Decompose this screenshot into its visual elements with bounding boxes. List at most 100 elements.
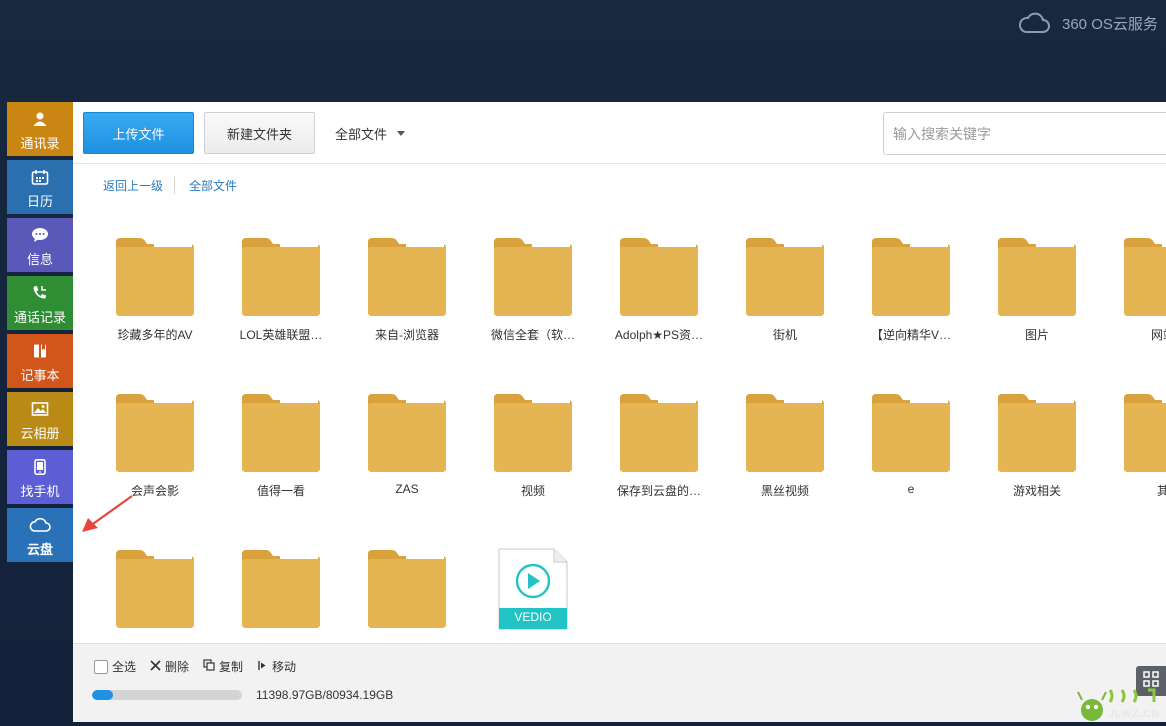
- sidebar-item-photo[interactable]: 云相册: [7, 392, 73, 446]
- folder-icon: [114, 236, 196, 318]
- sidebar-item-phone[interactable]: 通话记录: [7, 276, 73, 330]
- delete-label: 删除: [165, 660, 190, 674]
- file-name: 微信全套（软…: [490, 328, 575, 342]
- sidebar-item-find-phone[interactable]: 找手机: [7, 450, 73, 504]
- folder-item[interactable]: 图片: [981, 236, 1093, 356]
- calendar-icon: [31, 169, 49, 191]
- sidebar-item-label: 云盘: [26, 542, 53, 557]
- copy-label: 复制: [219, 660, 244, 674]
- sidebar-item-cloud-disk[interactable]: 云盘: [7, 508, 73, 562]
- file-name: 网站: [1150, 328, 1166, 342]
- folder-icon: [492, 392, 574, 474]
- folder-item[interactable]: LOL英雄联盟…: [225, 236, 337, 356]
- file-name: 其: [1156, 484, 1166, 498]
- folder-icon: [240, 548, 322, 630]
- breadcrumb: 返回上一级 全部文件: [103, 174, 237, 196]
- watermark-logo: JLWZ.CN: [1068, 680, 1166, 726]
- sidebar-item-calendar[interactable]: 日历: [7, 160, 73, 214]
- select-all-label: 全选: [112, 660, 137, 674]
- chevron-down-icon: [397, 130, 406, 136]
- move-button[interactable]: 移动: [257, 658, 296, 675]
- folder-icon: [366, 548, 448, 630]
- folder-icon: [618, 236, 700, 318]
- sidebar-item-label: 云相册: [20, 426, 60, 441]
- file-name: ZAS: [395, 482, 419, 496]
- folder-item[interactable]: 游戏相关: [981, 392, 1093, 512]
- search-input[interactable]: [883, 112, 1166, 155]
- folder-item[interactable]: 保存到云盘的…: [603, 392, 715, 512]
- sidebar-item-label: 信息: [26, 252, 53, 267]
- storage-text: 11398.97GB/80934.19GB: [256, 688, 394, 702]
- bulk-actions: 全选 删除 复制 移动: [94, 658, 310, 675]
- folder-icon: [870, 236, 952, 318]
- folder-icon: [996, 392, 1078, 474]
- file-name: 黑丝视频: [760, 484, 809, 498]
- file-name: 来自-浏览器: [375, 328, 439, 342]
- sidebar-item-label: 日历: [26, 194, 53, 209]
- folder-icon: [366, 392, 448, 474]
- brand: 360 OS云服务: [1018, 10, 1158, 36]
- folder-item[interactable]: ZAS: [351, 392, 463, 512]
- sidebar-nav: 通讯录日历信息通话记录记事本云相册找手机云盘: [7, 102, 73, 566]
- video-badge: VEDIO: [514, 610, 552, 624]
- cloud-disk-panel: 上传文件 新建文件夹 全部文件 返回上一级 全部文件 珍藏多年的AV LOL英雄联…: [73, 102, 1166, 722]
- folder-icon: [114, 548, 196, 630]
- sidebar-item-contacts[interactable]: 通讯录: [7, 102, 73, 156]
- watermark-text: JLWZ.CN: [1108, 708, 1160, 720]
- notebook-icon: [32, 343, 48, 365]
- sidebar-item-label: 记事本: [20, 368, 60, 383]
- folder-item[interactable]: 视频: [477, 392, 589, 512]
- copy-button[interactable]: 复制: [203, 658, 243, 675]
- folder-item[interactable]: e: [855, 392, 967, 512]
- checkbox-box: [94, 659, 108, 674]
- sidebar-item-notebook[interactable]: 记事本: [7, 334, 73, 388]
- folder-item[interactable]: 黑丝视频: [729, 392, 841, 512]
- folder-item[interactable]: 其: [1107, 392, 1166, 512]
- sidebar-item-label: 通话记录: [13, 310, 66, 325]
- folder-item[interactable]: 来自-浏览器: [351, 236, 463, 356]
- video-file-icon: VEDIO: [498, 548, 568, 630]
- storage-progress-fill: [92, 690, 114, 700]
- phone-icon: [31, 285, 49, 307]
- file-name: 游戏相关: [1012, 484, 1061, 498]
- folder-item[interactable]: 值得一看: [225, 392, 337, 512]
- folder-item[interactable]: 街机: [729, 236, 841, 356]
- breadcrumb-divider: [174, 176, 176, 194]
- upload-file-button[interactable]: 上传文件: [83, 112, 194, 154]
- select-all-checkbox[interactable]: 全选: [94, 658, 136, 675]
- sidebar-item-message[interactable]: 信息: [7, 218, 73, 272]
- folder-icon: [744, 236, 826, 318]
- file-name: LOL英雄联盟…: [239, 328, 323, 342]
- folder-icon: [744, 392, 826, 474]
- folder-item[interactable]: 珍藏多年的AV: [99, 236, 211, 356]
- folder-item[interactable]: 网站: [1107, 236, 1166, 356]
- cloud-icon: [1018, 12, 1050, 34]
- bottom-bar: 全选 删除 复制 移动 11398.97GB/80934.19GB: [73, 643, 1166, 722]
- move-icon: [257, 660, 268, 674]
- file-name: e: [907, 482, 915, 496]
- folder-item[interactable]: 【逆向精华V…: [855, 236, 967, 356]
- folder-item[interactable]: 微信全套（软…: [477, 236, 589, 356]
- folder-icon: [492, 236, 574, 318]
- folder-icon: [114, 392, 196, 474]
- sidebar-item-label: 找手机: [20, 484, 60, 499]
- storage-progress-bar: [92, 690, 242, 700]
- file-name: 值得一看: [256, 484, 305, 498]
- contacts-icon: [32, 111, 48, 133]
- file-filter-dropdown[interactable]: 全部文件: [335, 112, 406, 154]
- close-icon: [150, 659, 161, 674]
- folder-item[interactable]: Adolph★PS资…: [603, 236, 715, 356]
- copy-icon: [203, 659, 215, 674]
- photo-icon: [31, 401, 49, 423]
- all-files-link[interactable]: 全部文件: [189, 177, 237, 194]
- back-link[interactable]: 返回上一级: [103, 177, 163, 194]
- file-filter-label: 全部文件: [335, 126, 388, 142]
- new-folder-button[interactable]: 新建文件夹: [204, 112, 315, 154]
- storage-usage: 11398.97GB/80934.19GB: [92, 688, 393, 702]
- annotation-arrow: [80, 494, 134, 539]
- folder-icon: [1122, 236, 1166, 318]
- find-phone-icon: [33, 459, 47, 481]
- toolbar: 上传文件 新建文件夹 全部文件: [73, 102, 1166, 164]
- delete-button[interactable]: 删除: [150, 658, 189, 675]
- folder-icon: [366, 236, 448, 318]
